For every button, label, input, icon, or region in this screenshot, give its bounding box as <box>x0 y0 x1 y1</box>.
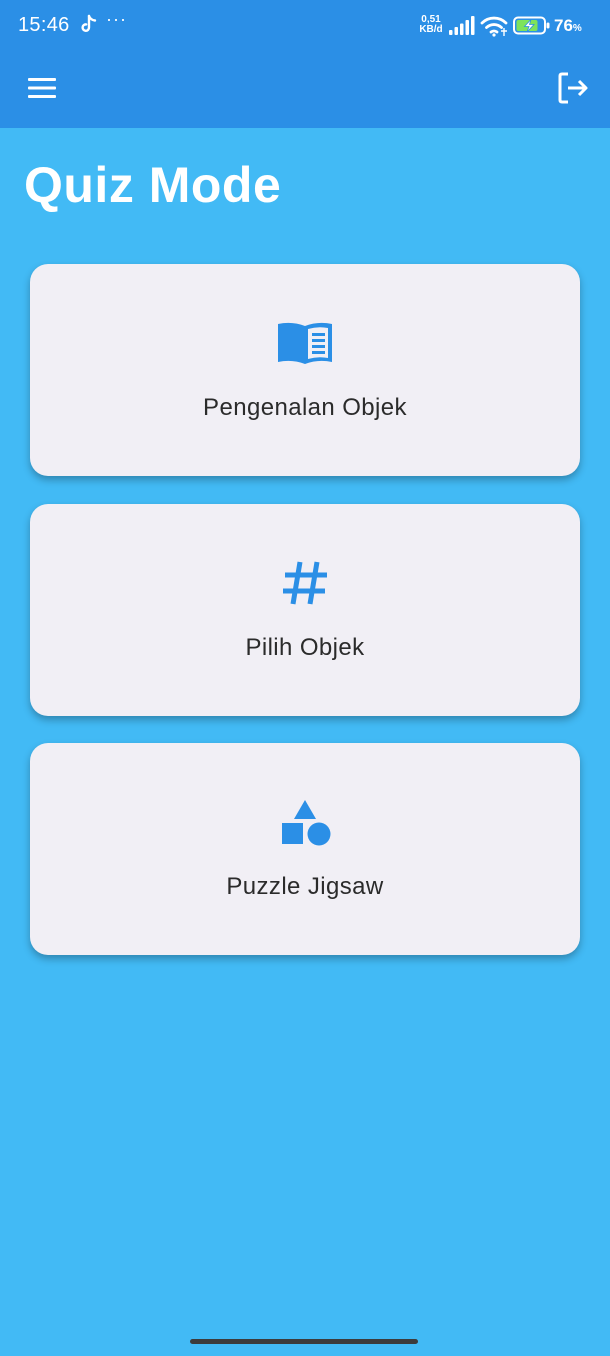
tiktok-icon <box>80 14 98 39</box>
card-label: Pengenalan Objek <box>203 394 407 421</box>
menu-icon <box>28 78 56 98</box>
battery-percent: 76% <box>554 16 582 36</box>
shapes-icon <box>276 799 334 854</box>
status-bar: 15:46 ··· 0,51 KB/d 76% <box>0 0 610 54</box>
card-puzzle-jigsaw[interactable]: Puzzle Jigsaw <box>30 743 580 955</box>
app-header: 15:46 ··· 0,51 KB/d 76% <box>0 0 610 128</box>
book-icon <box>276 320 334 371</box>
network-speed-unit: KB/d <box>419 24 443 35</box>
signal-icon <box>449 15 475 40</box>
logout-icon <box>558 72 588 104</box>
hash-icon <box>276 560 334 611</box>
battery-icon <box>513 16 551 41</box>
card-pengenalan-objek[interactable]: Pengenalan Objek <box>30 264 580 476</box>
app-bar <box>0 54 610 128</box>
page-title: Quiz Mode <box>24 157 282 213</box>
network-speed: 0,51 KB/d <box>418 15 444 35</box>
home-indicator[interactable] <box>190 1339 418 1344</box>
card-label: Puzzle Jigsaw <box>226 873 384 900</box>
status-more-dots: ··· <box>106 9 127 29</box>
card-pilih-objek[interactable]: Pilih Objek <box>30 504 580 716</box>
card-label: Pilih Objek <box>245 634 365 661</box>
wifi-icon <box>480 15 508 42</box>
menu-button[interactable] <box>22 70 62 106</box>
battery-percent-value: 76 <box>554 16 573 35</box>
status-time: 15:46 <box>18 14 70 36</box>
logout-button[interactable] <box>552 68 592 108</box>
battery-percent-unit: % <box>572 23 582 34</box>
